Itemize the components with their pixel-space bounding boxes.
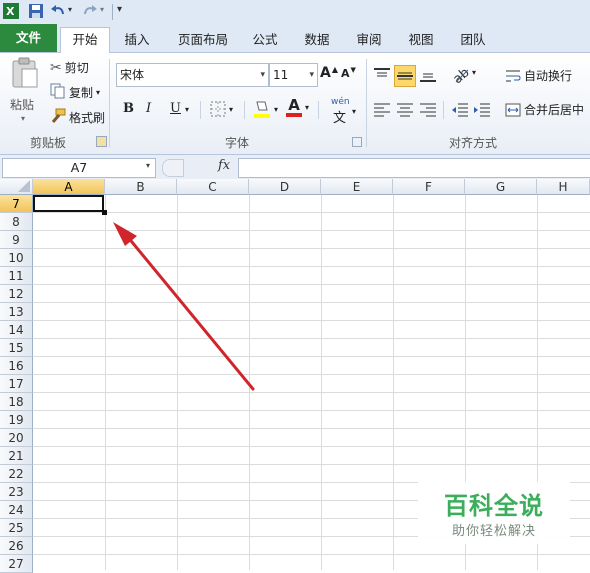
watermark: 百科全说 助你轻松解决 xyxy=(418,482,570,544)
watermark-subtitle: 助你轻松解决 xyxy=(451,524,536,539)
watermark-title: 百科全说 xyxy=(444,492,544,520)
